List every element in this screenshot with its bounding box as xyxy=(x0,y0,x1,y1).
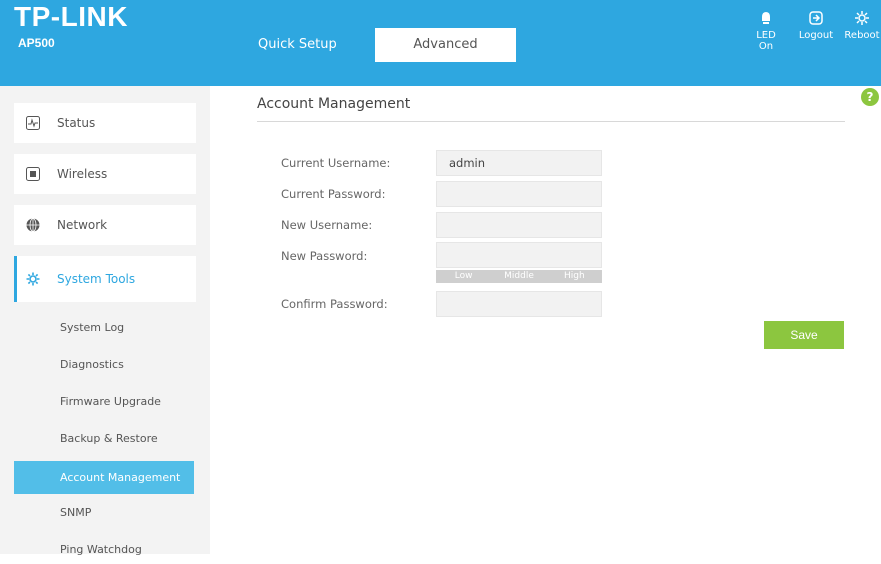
reboot-button[interactable]: Reboot xyxy=(842,10,881,41)
current-username-field[interactable]: admin xyxy=(436,150,602,176)
submenu-diagnostics[interactable]: Diagnostics xyxy=(14,351,194,379)
sidebar-item-label: Network xyxy=(57,218,108,232)
strength-high: High xyxy=(563,271,585,281)
logout-icon xyxy=(809,11,823,25)
status-icon xyxy=(26,116,40,130)
tab-advanced[interactable]: Advanced xyxy=(375,28,516,62)
new-password-field[interactable] xyxy=(436,242,602,268)
sidebar-item-label: System Tools xyxy=(57,272,136,286)
logout-button[interactable]: Logout xyxy=(794,10,838,41)
current-password-field[interactable] xyxy=(436,181,602,207)
strength-low: Low xyxy=(454,271,473,281)
wireless-icon xyxy=(26,167,40,181)
network-globe-icon xyxy=(26,218,40,232)
page-title: Account Management xyxy=(257,96,411,112)
system-tools-gear-icon xyxy=(26,272,40,286)
current-password-label: Current Password: xyxy=(281,187,386,201)
confirm-password-field[interactable] xyxy=(436,291,602,317)
submenu-firmware-upgrade[interactable]: Firmware Upgrade xyxy=(14,388,194,416)
sidebar-item-wireless[interactable]: Wireless xyxy=(14,154,196,194)
help-icon[interactable]: ? xyxy=(861,88,879,106)
strength-middle: Middle xyxy=(504,271,534,281)
sidebar-item-label: Status xyxy=(57,116,96,130)
sidebar-item-network[interactable]: Network xyxy=(14,205,196,245)
tab-quick-setup[interactable]: Quick Setup xyxy=(258,28,348,62)
led-button[interactable]: LED On xyxy=(752,10,780,52)
save-button[interactable]: Save xyxy=(764,321,844,349)
reboot-label: Reboot xyxy=(844,30,880,41)
led-bulb-icon xyxy=(762,12,770,24)
sidebar: Status Wireless Network System Tools Sys… xyxy=(0,86,210,556)
new-username-label: New Username: xyxy=(281,218,373,232)
submenu-ping-watchdog[interactable]: Ping Watchdog xyxy=(14,536,194,564)
sidebar-item-status[interactable]: Status xyxy=(14,103,196,143)
tp-link-logo: TP-LINK xyxy=(14,1,128,32)
submenu-account-management[interactable]: Account Management xyxy=(14,461,194,494)
model-name: AP500 xyxy=(18,36,55,50)
new-username-field[interactable] xyxy=(436,212,602,238)
logout-label: Logout xyxy=(798,30,834,41)
current-username-label: Current Username: xyxy=(281,156,391,170)
top-header: TP-LINK AP500 Quick Setup Advanced LED O… xyxy=(0,0,881,86)
submenu-snmp[interactable]: SNMP xyxy=(14,499,194,527)
sidebar-item-label: Wireless xyxy=(57,167,108,181)
password-strength-meter: Low Middle High xyxy=(436,270,602,283)
reboot-gear-icon xyxy=(855,11,869,25)
led-label: LED On xyxy=(756,30,776,52)
submenu-backup-restore[interactable]: Backup & Restore xyxy=(14,425,194,453)
confirm-password-label: Confirm Password: xyxy=(281,297,388,311)
title-divider xyxy=(257,121,845,122)
sidebar-item-system-tools[interactable]: System Tools xyxy=(14,256,196,302)
submenu-system-log[interactable]: System Log xyxy=(14,314,194,342)
new-password-label: New Password: xyxy=(281,249,368,263)
